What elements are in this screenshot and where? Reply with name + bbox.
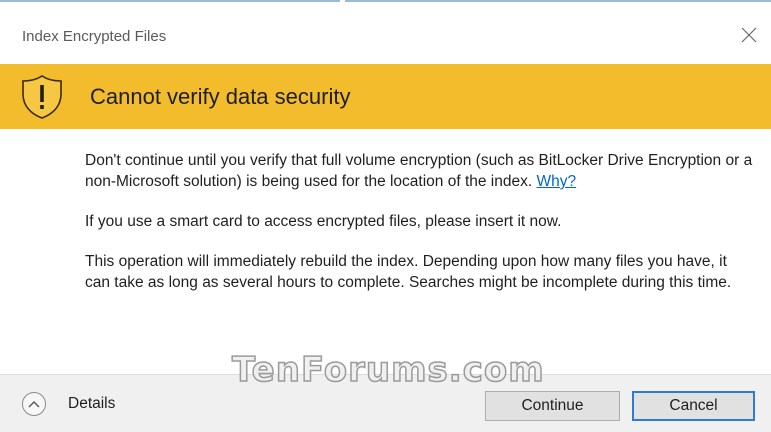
banner-heading: Cannot verify data security: [90, 84, 351, 109]
close-icon: [741, 27, 757, 43]
close-button[interactable]: [730, 17, 768, 53]
warning-shield-icon: [22, 75, 62, 119]
details-toggle[interactable]: Details: [22, 391, 115, 417]
title-bar: Index Encrypted Files: [0, 2, 771, 64]
dialog-content: Don't continue until you verify that ful…: [85, 150, 755, 312]
paragraph-1-text: Don't continue until you verify that ful…: [85, 152, 753, 190]
paragraph-rebuild-info: This operation will immediately rebuild …: [85, 253, 732, 291]
paragraph-smart-card: If you use a smart card to access encryp…: [85, 213, 562, 230]
chevron-up-icon: [22, 392, 46, 416]
paragraph-encryption-warning: Don't continue until you verify that ful…: [85, 150, 755, 192]
continue-button[interactable]: Continue: [485, 391, 620, 421]
details-label: Details: [68, 395, 116, 412]
watermark: TenForums.com: [231, 349, 545, 391]
warning-banner: Cannot verify data security: [0, 64, 771, 129]
cancel-button[interactable]: Cancel: [632, 391, 755, 421]
window-title: Index Encrypted Files: [22, 28, 167, 45]
why-link[interactable]: Why?: [536, 173, 576, 190]
